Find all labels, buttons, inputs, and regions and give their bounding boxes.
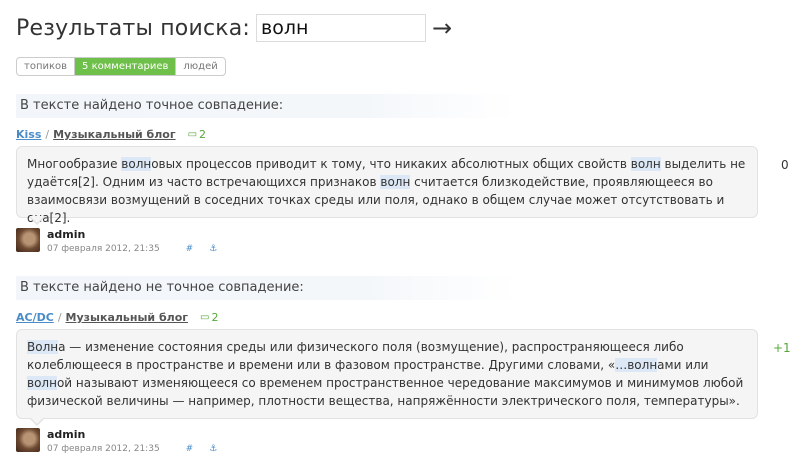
meta-separator: / [57,311,62,324]
comment-text: Многообразие волновых процессов приводит… [16,146,758,225]
exact-match-heading: В тексте найдено точное совпадение: [16,94,516,118]
comment-bubble-icon: ▭ [200,312,210,323]
comment-score: 0 [781,158,789,172]
comment-meta: AC/DC / Музыкальный блог ▭ 2 [16,311,218,324]
search-highlight: …волн [615,358,658,372]
search-input[interactable] [256,14,427,42]
user-link[interactable]: AC/DC [16,311,54,324]
comment-text-fragment: ами или [657,358,709,372]
comment-author: admin 07 февраля 2012, 21:35 # ⚓ [16,228,217,254]
comment-date: 07 февраля 2012, 21:35 [47,444,160,454]
permalink-icon[interactable]: # [186,444,194,454]
avatar[interactable] [16,428,40,452]
comment-body: Волна — изменение состояния среды или фи… [27,340,743,408]
blog-link[interactable]: Музыкальный блог [66,311,188,324]
fuzzy-match-heading: В тексте найдено не точное совпадение: [16,276,516,300]
tab-comments[interactable]: 5 комментариев [74,58,176,75]
anchor-icon[interactable]: ⚓ [209,444,217,454]
bubble-tail [29,216,45,225]
search-highlight: волн [380,175,411,189]
search-highlight: Волн [27,340,59,354]
comment-meta: Kiss / Музыкальный блог ▭ 2 [16,128,206,141]
result-type-tabs: топиков 5 комментариев людей [16,57,226,76]
comment-body: Многообразие волновых процессов приводит… [27,157,745,225]
permalink-icon[interactable]: # [186,244,194,254]
tab-topics[interactable]: топиков [17,58,74,75]
avatar[interactable] [16,228,40,252]
comment-text: Волна — изменение состояния среды или фи… [16,329,758,426]
comment-count-value: 2 [199,128,207,141]
comment-author: admin 07 февраля 2012, 21:35 # ⚓ [16,428,217,454]
comment-count-link[interactable]: ▭ 2 [200,311,218,324]
comment-date: 07 февраля 2012, 21:35 [47,244,160,254]
comment-date-row: 07 февраля 2012, 21:35 # ⚓ [47,444,217,454]
comment-count-link[interactable]: ▭ 2 [188,128,206,141]
search-highlight: волн [630,157,661,171]
blog-link[interactable]: Музыкальный блог [53,128,175,141]
tab-people[interactable]: людей [175,58,224,75]
author-info: admin 07 февраля 2012, 21:35 # ⚓ [47,428,217,454]
search-header: Результаты поиска: → [16,14,452,42]
meta-separator: / [45,128,50,141]
search-highlight: волн [27,376,57,390]
anchor-icon[interactable]: ⚓ [209,244,217,254]
search-highlight: волн [121,157,152,171]
page-title: Результаты поиска: [16,15,251,41]
comment-text-fragment: овых процессов приводит к тому, что ника… [151,157,631,171]
author-info: admin 07 февраля 2012, 21:35 # ⚓ [47,228,217,254]
comment-text-fragment: Многообразие [27,157,122,171]
arrow-right-icon[interactable]: → [432,16,452,40]
comment-text-fragment: ой называют изменяющееся со временем про… [27,376,744,408]
comment-count-value: 2 [211,311,219,324]
comment-text-fragment: а — изменение состояния среды или физиче… [27,340,684,372]
comment-score: +1 [773,341,791,355]
comment-bubble-icon: ▭ [187,129,198,140]
bubble-tail [29,417,45,426]
comment-date-row: 07 февраля 2012, 21:35 # ⚓ [47,244,217,254]
author-name[interactable]: admin [47,228,217,241]
author-name[interactable]: admin [47,428,217,441]
user-link[interactable]: Kiss [16,128,41,141]
